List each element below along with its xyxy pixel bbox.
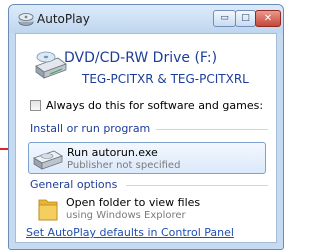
window-title: AutoPlay [37, 12, 90, 26]
general-group-header: General options [30, 178, 118, 191]
install-group-divider [156, 129, 268, 130]
autoplay-icon [18, 13, 34, 26]
open-folder-option[interactable]: Open folder to view files using Windows … [28, 194, 266, 226]
drive-name: DVD/CD-RW Drive (F:) [64, 50, 218, 66]
close-button[interactable]: ✕ [255, 10, 281, 27]
cd-drive-icon [33, 150, 63, 170]
drive-label: TEG-PCITXR & TEG-PCITXRL [82, 72, 249, 86]
control-panel-link[interactable]: Set AutoPlay defaults in Control Panel [26, 226, 234, 239]
run-autorun-subtitle: Publisher not specified [67, 160, 181, 171]
content-panel: DVD/CD-RW Drive (F:) TEG-PCITXR & TEG-PC… [15, 33, 277, 243]
open-folder-title: Open folder to view files [66, 196, 201, 209]
folder-icon [38, 199, 58, 221]
install-group-header: Install or run program [30, 122, 151, 135]
always-do-this-label[interactable]: Always do this for software and games: [46, 99, 263, 112]
title-bar[interactable]: AutoPlay ▭ □ ✕ [9, 5, 283, 33]
run-autorun-option[interactable]: Run autorun.exe Publisher not specified [28, 142, 266, 174]
minimize-button[interactable]: ▭ [213, 10, 236, 27]
run-autorun-title: Run autorun.exe [67, 146, 158, 159]
maximize-button[interactable]: □ [235, 10, 256, 27]
general-group-divider [126, 185, 268, 186]
autoplay-window: AutoPlay ▭ □ ✕ DVD/CD-RW Drive (F:) TEG-… [8, 4, 284, 250]
always-do-this-checkbox[interactable] [30, 100, 41, 111]
open-folder-subtitle: using Windows Explorer [66, 210, 186, 221]
dvd-drive-icon [35, 51, 67, 79]
